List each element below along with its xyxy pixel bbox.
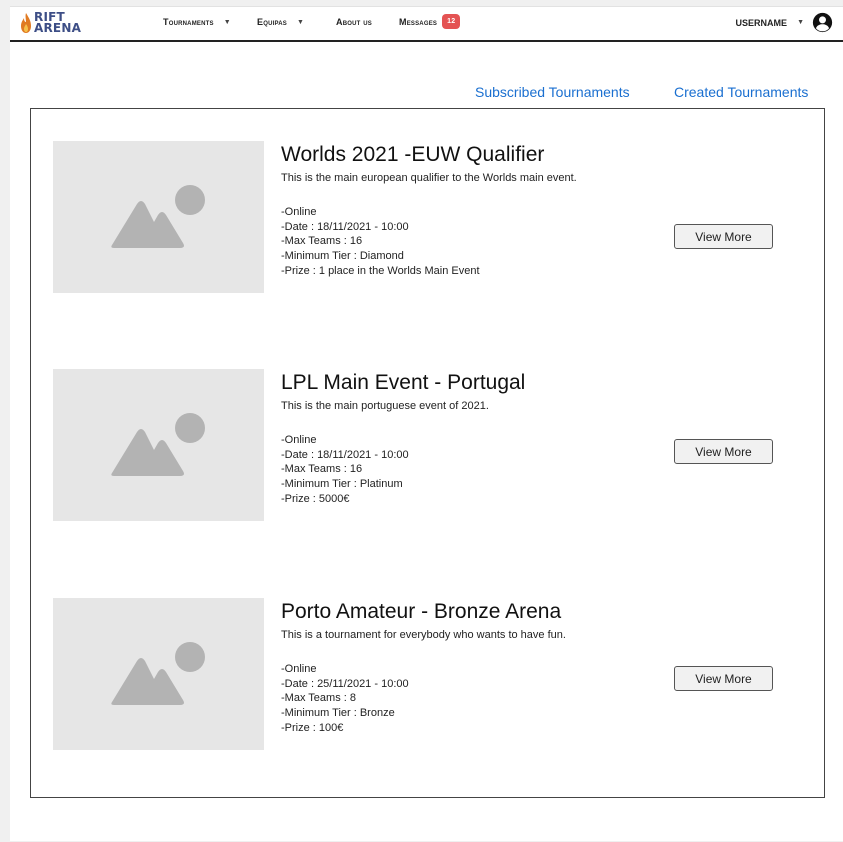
view-more-button[interactable]: View More [674,439,773,464]
tournament-title: Porto Amateur - Bronze Arena [281,600,562,623]
tournament-image-placeholder [53,598,264,750]
image-placeholder-icon [111,185,205,248]
tournament-title: LPL Main Event - Portugal [281,371,526,394]
nav-teams-label: Equipas [257,17,287,27]
tournament-min-tier: -Minimum Tier : Platinum [281,478,403,491]
nav-tournaments-label: Tournaments [163,17,214,27]
tournament-description: This is the main portuguese event of 202… [281,400,489,412]
image-placeholder-icon [111,642,205,705]
view-more-button[interactable]: View More [674,666,773,691]
messages-count-badge: 12 [442,14,461,29]
caret-down-icon: ▼ [223,18,231,26]
nav-messages-label: Messages [399,16,438,27]
tournament-title: Worlds 2021 -EUW Qualifier [281,143,545,166]
user-menu[interactable]: USERNAME ▼ [736,12,833,33]
tournament-date: -Date : 18/11/2021 - 10:00 [281,220,409,233]
flame-icon [21,13,31,33]
tab-created-tournaments[interactable]: Created Tournaments [674,84,808,100]
username-label: USERNAME [735,17,788,28]
tournament-location: -Online [281,434,317,446]
nav-about[interactable]: About us [336,17,372,27]
tournament-prize: -Prize : 100€ [281,721,344,734]
tournament-max-teams: -Max Teams : 8 [281,692,356,705]
tournament-description: This is a tournament for everybody who w… [281,629,566,641]
caret-down-icon: ▼ [296,18,305,26]
tournament-min-tier: -Minimum Tier : Bronze [281,707,395,720]
caret-down-icon: ▼ [797,19,804,26]
top-navbar: RIFT ARENA Tournaments ▼ Equipas ▼ About… [10,7,843,42]
tournament-min-tier: -Minimum Tier : Diamond [281,250,404,263]
tournament-description: This is the main european qualifier to t… [281,172,577,184]
logo-text-line2: ARENA [34,21,82,35]
image-placeholder-icon [111,413,205,476]
tournament-date: -Date : 25/11/2021 - 10:00 [281,677,409,690]
nav-about-label: About us [336,17,372,27]
nav-teams[interactable]: Equipas ▼ [257,17,304,27]
tournament-prize: -Prize : 1 place in the Worlds Main Even… [281,264,480,277]
tournament-card: Worlds 2021 -EUW Qualifier This is the m… [53,141,813,294]
tournament-date: -Date : 18/11/2021 - 10:00 [281,448,409,461]
tournament-prize: -Prize : 5000€ [281,492,350,505]
nav-tournaments[interactable]: Tournaments ▼ [163,17,231,27]
tournament-image-placeholder [53,141,264,293]
user-avatar-icon [812,12,833,33]
tournament-location: -Online [281,663,317,675]
tournament-max-teams: -Max Teams : 16 [281,235,363,248]
tournament-card: LPL Main Event - Portugal This is the ma… [53,369,813,522]
tab-subscribed-tournaments[interactable]: Subscribed Tournaments [475,84,630,100]
nav-messages[interactable]: Messages 12 [399,14,461,29]
page: RIFT ARENA Tournaments ▼ Equipas ▼ About… [10,6,843,841]
tournament-details: -Online -Date : 18/11/2021 - 10:00 -Max … [281,205,480,279]
tournament-location: -Online [281,206,317,218]
view-more-button[interactable]: View More [674,224,773,249]
tournament-details: -Online -Date : 25/11/2021 - 10:00 -Max … [281,662,409,736]
tournament-max-teams: -Max Teams : 16 [281,463,363,476]
tournament-list: Worlds 2021 -EUW Qualifier This is the m… [30,108,825,798]
tournament-card: Porto Amateur - Bronze Arena This is a t… [53,598,813,751]
tournament-details: -Online -Date : 18/11/2021 - 10:00 -Max … [281,433,409,507]
tournament-image-placeholder [53,369,264,521]
logo[interactable]: RIFT ARENA [20,11,82,35]
